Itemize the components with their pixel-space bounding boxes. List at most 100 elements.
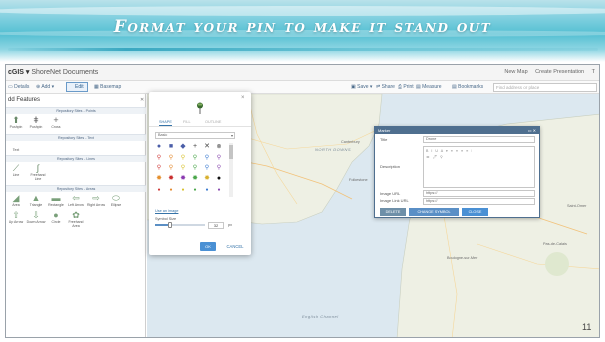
symbol-preview-pushpin-icon <box>196 101 204 114</box>
feature-text[interactable]: Text <box>6 142 26 152</box>
symbol-size-slider[interactable] <box>155 222 205 228</box>
symbol-star-green-icon[interactable]: ✸ <box>191 175 199 183</box>
feature-freehand-line[interactable]: ∫ Freehand Line <box>28 163 48 181</box>
popup-window-controls-icon[interactable]: ▭ ✕ <box>528 127 536 134</box>
image-link-url-field[interactable]: https:// <box>423 198 535 205</box>
feature-area[interactable]: ◢ Area <box>6 193 26 207</box>
dialog-close-icon[interactable]: × <box>241 95 245 101</box>
image-url-field[interactable]: https:// <box>423 190 535 197</box>
panel-close-icon[interactable]: ✕ <box>140 97 144 103</box>
feature-pushpin-2[interactable]: ǂ Pushpin <box>26 115 46 129</box>
popup-close-button[interactable]: CLOSE <box>462 208 488 216</box>
map-label-north-downs: NORTH DOWNS <box>315 147 352 152</box>
map-label-saint-omer: Saint-Omer <box>567 204 587 208</box>
symbol-star-yellow-icon[interactable]: ✸ <box>203 175 211 183</box>
feature-rectangle[interactable]: ▬ Rectangle <box>46 193 66 207</box>
feature-ellipse[interactable]: ⬭ Ellipse <box>106 193 126 207</box>
bookmarks-button[interactable]: ▤ Bookmarks <box>452 84 483 90</box>
image-url-label: Image URL <box>380 191 401 196</box>
app-brand: cGIS ▾ ShoreNet Documents <box>8 69 99 76</box>
symbol-dot-blue-icon[interactable]: ● <box>203 186 211 194</box>
slide: Format your pin to make it stand out cGI… <box>0 0 605 342</box>
symbol-square-icon[interactable]: ■ <box>167 143 175 151</box>
symbol-pushpin-green-icon[interactable]: ⚲ <box>191 154 199 162</box>
change-symbol-button[interactable]: CHANGE SYMBOL <box>409 208 459 216</box>
symbol-pin-blue-icon[interactable]: ⚲ <box>203 164 211 172</box>
symbol-cross-icon[interactable]: + <box>191 143 199 151</box>
symbol-dot-red-icon[interactable]: ● <box>155 186 163 194</box>
feature-line[interactable]: ⟋ Line <box>6 163 26 177</box>
symbol-pushpin-red-icon[interactable]: ⚲ <box>155 154 163 162</box>
symbol-pushpin-purple-icon[interactable]: ⚲ <box>215 154 223 162</box>
delete-button[interactable]: DELETE <box>380 208 406 216</box>
feature-cross[interactable]: + Cross <box>46 115 66 129</box>
create-presentation-link[interactable]: Create Presentation <box>535 69 584 75</box>
symbol-pin-yellow-icon[interactable]: ⚲ <box>179 164 187 172</box>
map-label-boulogne: Boulogne-sur-Mer <box>447 256 478 260</box>
tab-fill[interactable]: FILL <box>183 120 191 124</box>
symbol-category-select[interactable]: Basic ▾ <box>155 132 235 139</box>
details-button[interactable]: ▭ Details <box>8 84 29 90</box>
slider-handle[interactable] <box>168 222 172 228</box>
print-button[interactable]: ⎙ Print <box>398 84 414 90</box>
feature-triangle[interactable]: ▲ Triangle <box>26 193 46 207</box>
basemap-button[interactable]: ▦ Basemap <box>94 84 121 90</box>
edit-button[interactable]: Edit <box>66 82 88 92</box>
header-links: New Map Create Presentation T <box>498 69 595 75</box>
symbol-pushpin-yellow-icon[interactable]: ⚲ <box>179 154 187 162</box>
symbol-pin-green-icon[interactable]: ⚲ <box>191 164 199 172</box>
description-label: Description <box>380 164 401 169</box>
popup-header: Marker ▭ ✕ <box>375 127 539 134</box>
measure-button[interactable]: ▤ Measure <box>416 84 442 90</box>
ok-button[interactable]: OK <box>200 242 216 251</box>
feature-up-arrow[interactable]: ⇧ Up Arrow <box>6 210 26 224</box>
new-map-link[interactable]: New Map <box>504 69 527 75</box>
use-image-link[interactable]: Use an image <box>155 209 178 213</box>
add-button[interactable]: ⊕ Add ▾ <box>36 84 54 90</box>
description-editor[interactable]: B I U A ▾ ≡ ≡ ≡ ≡ ⁝ ≔ 🖊 ⚲ <box>423 146 535 188</box>
section-points: Repository Sites - Points <box>6 107 146 114</box>
symbol-dot-yellow-icon[interactable]: ● <box>179 186 187 194</box>
symbol-dot-orange-icon[interactable]: ● <box>167 186 175 194</box>
feature-circle[interactable]: ● Circle <box>46 210 66 224</box>
feature-freehand-area[interactable]: ✿ Freehand Area <box>66 210 86 228</box>
symbol-dot-green-icon[interactable]: ● <box>191 186 199 194</box>
share-button[interactable]: ⇌ Share <box>376 84 395 90</box>
symbol-grid-scrollbar[interactable] <box>229 143 233 197</box>
section-lines: Repository Sites - Lines <box>6 155 146 162</box>
tab-shape[interactable]: SHAPE <box>159 120 172 126</box>
symbol-pushpin-blue-icon[interactable]: ⚲ <box>203 154 211 162</box>
symbol-dot-purple-icon[interactable]: ● <box>215 186 223 194</box>
save-button[interactable]: ▣ Save ▾ <box>351 84 372 90</box>
search-input[interactable]: Find address or place <box>493 83 597 92</box>
feature-pushpin-1[interactable]: ⬆ Pushpin <box>6 115 26 129</box>
symbol-size-label: Symbol Size <box>155 217 177 221</box>
feature-right-arrow[interactable]: ⇨ Right Arrow <box>86 193 106 207</box>
symbol-star-purple-icon[interactable]: ✸ <box>179 175 187 183</box>
symbol-size-input[interactable]: 32 <box>208 222 224 229</box>
slide-title: Format your pin to make it stand out <box>113 17 492 37</box>
symbol-circle-x-icon[interactable]: ⊗ <box>215 143 223 151</box>
symbol-star-orange-icon[interactable]: ✸ <box>155 175 163 183</box>
map-toolbar: ▭ Details ⊕ Add ▾ Edit ▦ Basemap ▣ Save … <box>6 81 599 94</box>
symbol-pushpin-orange-icon[interactable]: ⚲ <box>167 154 175 162</box>
change-symbol-dialog: × SHAPE FILL OUTLINE Basic ▾ ● ■ ◆ + ✕ ⊗… <box>149 92 251 255</box>
symbol-pin-purple-icon[interactable]: ⚲ <box>215 164 223 172</box>
rich-text-toolbar-2[interactable]: ≔ 🖊 ⚲ <box>426 155 444 159</box>
title-field[interactable]: Drone <box>423 136 535 143</box>
tab-outline[interactable]: OUTLINE <box>205 120 221 124</box>
symbol-dot-black-icon[interactable]: ● <box>215 175 223 183</box>
symbol-pin-red-icon[interactable]: ⚲ <box>155 164 163 172</box>
symbol-diamond-icon[interactable]: ◆ <box>179 143 187 151</box>
feature-left-arrow[interactable]: ⇦ Left Arrow <box>66 193 86 207</box>
symbol-x-icon[interactable]: ✕ <box>203 143 211 151</box>
cancel-button[interactable]: CANCEL <box>223 242 247 251</box>
feature-down-arrow[interactable]: ⇩ Down Arrow <box>26 210 46 224</box>
symbol-circle-icon[interactable]: ● <box>155 143 163 151</box>
symbol-pin-orange-icon[interactable]: ⚲ <box>167 164 175 172</box>
symbol-star-red-icon[interactable]: ✸ <box>167 175 175 183</box>
app-header: cGIS ▾ ShoreNet Documents New Map Create… <box>6 65 599 81</box>
rich-text-toolbar[interactable]: B I U A ▾ ≡ ≡ ≡ ≡ ⁝ <box>426 149 473 153</box>
panel-title: dd Features <box>8 97 41 103</box>
truncated-link[interactable]: T <box>592 69 595 75</box>
